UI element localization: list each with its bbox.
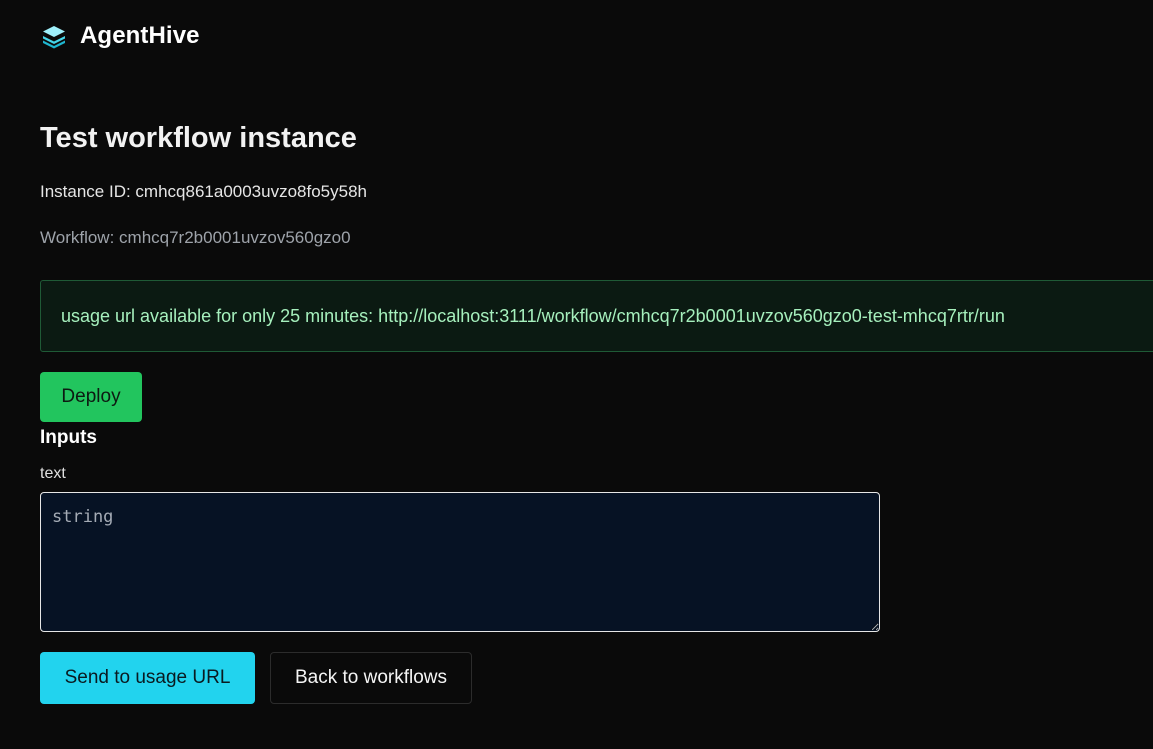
send-to-usage-url-button[interactable]: Send to usage URL <box>40 652 255 704</box>
text-input[interactable] <box>40 492 880 632</box>
usage-url-text: usage url available for only 25 minutes:… <box>61 305 1005 326</box>
instance-id: Instance ID: cmhcq861a0003uvzo8fo5y58h <box>40 182 368 201</box>
layers-icon <box>43 26 65 49</box>
usage-url-notice: usage url available for only 25 minutes:… <box>40 280 1153 352</box>
deploy-button[interactable]: Deploy <box>40 372 142 422</box>
inputs-heading: Inputs <box>40 427 97 448</box>
back-to-workflows-button[interactable]: Back to workflows <box>270 652 472 704</box>
app-header: AgentHive <box>40 22 200 50</box>
workflow-id: Workflow: cmhcq7r2b0001uvzov560gzo0 <box>40 228 351 247</box>
brand-name: AgentHive <box>80 22 200 49</box>
page-title: Test workflow instance <box>40 122 357 154</box>
text-field-label: text <box>40 465 66 482</box>
